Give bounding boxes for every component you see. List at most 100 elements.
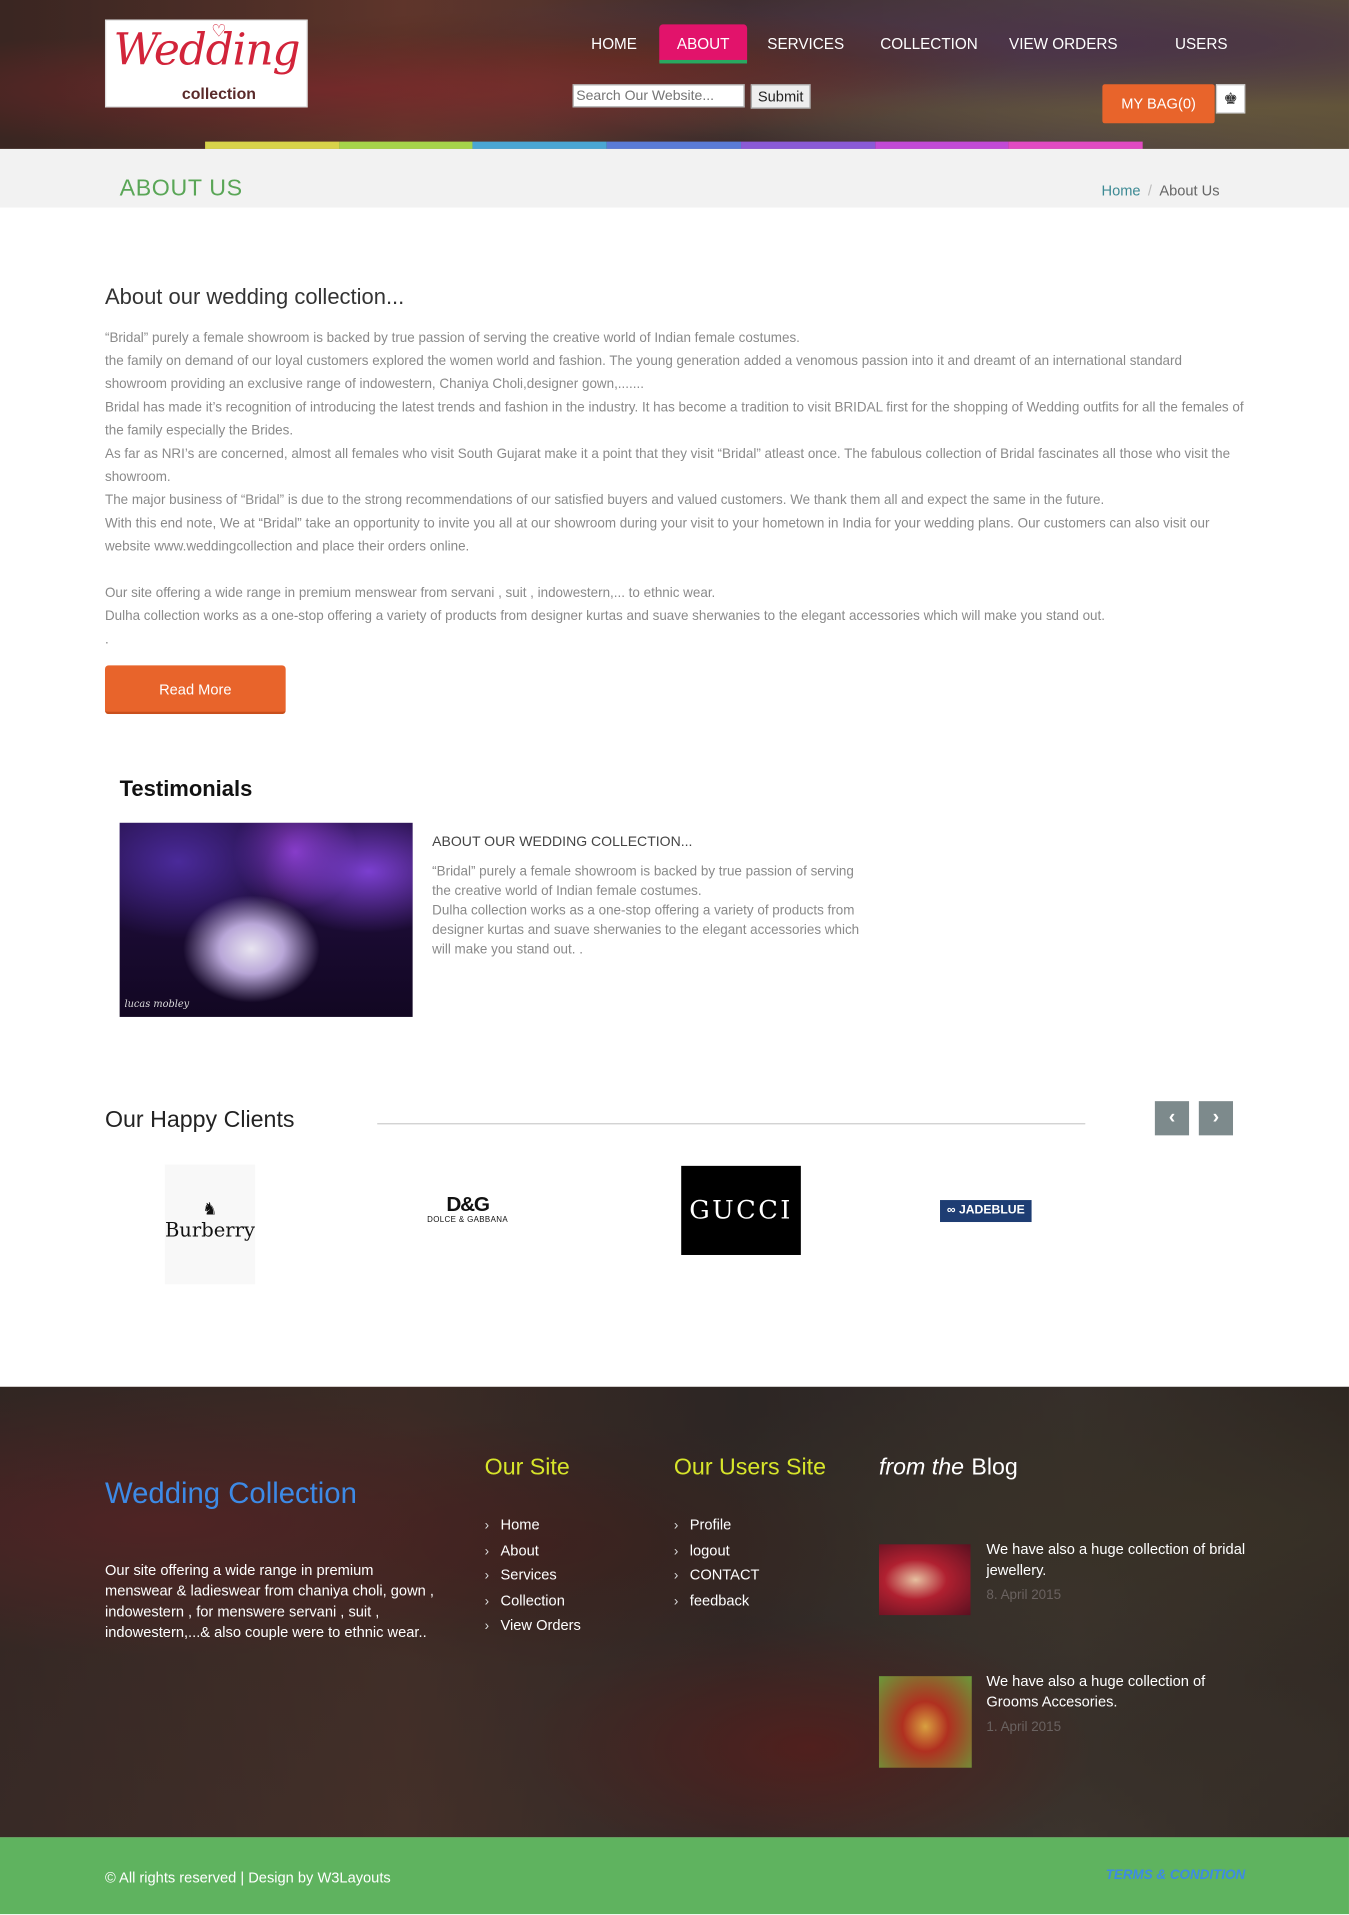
brand-name: Burberry xyxy=(164,1218,255,1242)
blog-thumb[interactable] xyxy=(878,1544,971,1616)
footer-link-label: Services xyxy=(500,1566,557,1584)
nav-services[interactable]: SERVICES xyxy=(762,24,850,63)
terms-link[interactable]: TERMS & CONDITION xyxy=(1106,1868,1246,1883)
page-title: ABOUT US xyxy=(119,175,243,202)
about-paragraph: . xyxy=(104,632,109,648)
footer-link-label: Profile xyxy=(689,1516,732,1534)
blog-heading-word: Blog xyxy=(971,1455,1018,1481)
nav-home[interactable]: HOME xyxy=(580,24,648,63)
users-site-heading: Our Users Site xyxy=(673,1455,826,1481)
footer-link-label: Home xyxy=(500,1516,540,1534)
nav-view-orders[interactable]: VIEW ORDERS xyxy=(1003,24,1123,63)
rainbow-segment xyxy=(205,141,340,149)
rainbow-segment xyxy=(339,141,473,149)
client-logo-gucci[interactable]: GUCCI xyxy=(681,1165,801,1255)
logo-subword: collection xyxy=(181,84,256,103)
chevron-right-icon: › xyxy=(673,1568,679,1584)
blog-post-date: 1. April 2015 xyxy=(986,1720,1062,1735)
client-logo-jadeblue[interactable]: ∞ JADEBLUE xyxy=(940,1200,1032,1223)
footer-link-feedback[interactable]: › feedback xyxy=(674,1588,760,1613)
chevron-right-icon: › xyxy=(484,1618,490,1634)
prev-arrow-button[interactable]: ‹ xyxy=(1154,1101,1190,1136)
footer-link-home[interactable]: › Home xyxy=(485,1513,581,1538)
about-paragraph: With this end note, We at “Bridal” take … xyxy=(104,516,1210,555)
copyright-text: © All rights reserved | Design by W3Layo… xyxy=(104,1869,391,1887)
client-logo-burberry[interactable]: ♞ Burberry xyxy=(164,1164,256,1285)
chevron-right-icon: › xyxy=(673,1543,679,1559)
footer-brand: Wedding Collection xyxy=(104,1477,357,1511)
footer-description: Our site offering a wide range in premiu… xyxy=(104,1561,434,1641)
chevron-right-icon: › xyxy=(673,1518,679,1534)
nav-about[interactable]: ABOUT xyxy=(659,24,748,64)
blog-post-date: 8. April 2015 xyxy=(986,1588,1062,1603)
testimonial-text: “Bridal” purely a female showroom is bac… xyxy=(432,864,860,958)
rainbow-segment xyxy=(606,141,741,149)
blog-heading: from the Blog xyxy=(879,1455,1018,1482)
about-paragraph: Bridal has made it’s recognition of intr… xyxy=(104,400,1244,439)
about-paragraph: As far as NRI’s are concerned, almost al… xyxy=(104,446,1231,485)
about-paragraph: the family on demand of our loyal custom… xyxy=(104,354,1182,392)
logo-word: Wedding xyxy=(113,25,301,76)
footer-link-profile[interactable]: › Profile xyxy=(674,1513,760,1538)
breadcrumb-separator: / xyxy=(1147,181,1152,199)
footer-link-collection[interactable]: › Collection xyxy=(485,1588,581,1613)
chevron-right-icon: › xyxy=(673,1593,679,1609)
next-arrow-button[interactable]: › xyxy=(1198,1101,1234,1136)
blog-post-title[interactable]: We have also a huge collection of bridal… xyxy=(986,1539,1248,1581)
footer-link-label: logout xyxy=(689,1541,730,1559)
page: ♡ Wedding collection HOME ABOUT SERVICES… xyxy=(0,0,1349,1915)
users-site-links: › Profile › logout › CONTACT › feedback xyxy=(674,1513,760,1613)
rainbow-segment xyxy=(472,141,607,149)
chevron-right-icon: › xyxy=(484,1593,490,1609)
about-paragraph xyxy=(105,559,1246,582)
blog-post-title[interactable]: We have also a huge collection of Grooms… xyxy=(986,1671,1248,1713)
brand-subname: DOLCE & GABBANA xyxy=(427,1215,509,1225)
breadcrumb-home-link[interactable]: Home xyxy=(1102,182,1141,199)
nav-users[interactable]: USERS xyxy=(1167,24,1235,63)
breadcrumb-current: About Us xyxy=(1159,181,1220,199)
about-text: “Bridal” purely a female showroom is bac… xyxy=(105,327,1246,652)
client-logo-dg[interactable]: D&G DOLCE & GABBANA xyxy=(425,1192,510,1225)
footer-link-label: CONTACT xyxy=(689,1566,760,1584)
about-heading: About our wedding collection... xyxy=(104,284,405,309)
chevron-right-icon: › xyxy=(484,1568,490,1584)
about-paragraph: The major business of “Bridal” is due to… xyxy=(104,493,1105,508)
search-input[interactable] xyxy=(572,84,745,108)
nav-collection[interactable]: COLLECTION xyxy=(874,24,984,63)
footer-link-label: feedback xyxy=(689,1591,750,1609)
footer-link-view-orders[interactable]: › View Orders xyxy=(485,1613,581,1638)
rainbow-segment xyxy=(874,141,1009,149)
clients-heading: Our Happy Clients xyxy=(104,1107,295,1133)
search-submit-button[interactable]: Submit xyxy=(750,84,811,109)
divider xyxy=(377,1123,1086,1125)
chevron-right-icon: › xyxy=(484,1518,490,1534)
blog-heading-em: from the xyxy=(878,1455,965,1481)
our-site-heading: Our Site xyxy=(484,1455,570,1481)
footer-link-about[interactable]: › About xyxy=(485,1538,581,1563)
breadcrumb: Home / About Us xyxy=(1102,182,1220,199)
footer-link-label: View Orders xyxy=(500,1616,581,1634)
testimonial-photo: lucas mobley xyxy=(119,822,413,1017)
rainbow-segment xyxy=(740,141,875,149)
testimonial-title: ABOUT OUR WEDDING COLLECTION... xyxy=(432,835,693,850)
rainbow-segment xyxy=(1008,141,1143,149)
footer-link-contact[interactable]: › CONTACT xyxy=(674,1563,760,1588)
about-paragraph: Our site offering a wide range in premiu… xyxy=(104,585,716,601)
chevron-right-icon: › xyxy=(484,1543,490,1559)
footer-link-label: Collection xyxy=(500,1591,565,1609)
user-avatar-icon[interactable]: ♚ xyxy=(1215,84,1246,114)
knight-icon: ♞ xyxy=(202,1198,218,1219)
about-paragraph: “Bridal” purely a female showroom is bac… xyxy=(104,330,800,346)
my-bag-button[interactable]: MY BAG(0) xyxy=(1102,84,1215,124)
footer-link-logout[interactable]: › logout xyxy=(674,1538,760,1563)
brand-name: D&G xyxy=(446,1192,490,1216)
about-paragraph: Dulha collection works as a one-stop off… xyxy=(104,609,1105,624)
site-logo[interactable]: ♡ Wedding collection xyxy=(104,19,308,108)
our-site-links: › Home › About › Services › Collection › View… xyxy=(485,1513,581,1638)
footer-link-label: About xyxy=(500,1541,539,1559)
rainbow-stripe xyxy=(205,141,1143,149)
read-more-button[interactable]: Read More xyxy=(104,665,286,715)
blog-thumb[interactable] xyxy=(878,1676,972,1768)
testimonials-heading: Testimonials xyxy=(119,776,253,801)
footer-link-services[interactable]: › Services xyxy=(485,1563,581,1588)
